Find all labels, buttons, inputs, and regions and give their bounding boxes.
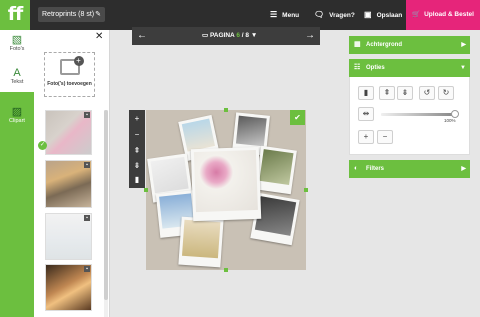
photo-thumbnail[interactable]: ▪ [45,264,92,311]
image-add-icon: + [59,56,84,75]
layer-up-icon[interactable]: ⇞ [379,86,395,100]
accordion-options[interactable]: ☷ Opties ▼ [349,59,470,77]
zoom-in-icon[interactable]: + [129,111,145,126]
photo-thumbnail[interactable]: ▪ [45,160,92,208]
options-label: Opties [366,65,385,71]
zoom-out-icon[interactable]: − [129,127,145,142]
arrow-right-icon[interactable]: → [305,27,315,45]
resize-handle[interactable] [144,188,148,192]
trash-icon[interactable]: ▪ [84,112,90,118]
check-icon: ✓ [38,141,47,150]
chevron-right-icon: ▶ [461,42,466,48]
close-icon[interactable]: ✕ [95,31,103,42]
zoom-in-icon[interactable]: + [358,130,374,144]
rail-item-photos[interactable]: ▧ Foto's [0,30,34,62]
add-photos-label: Foto('s) toevoegen [47,81,92,87]
trash-icon[interactable]: ▪ [84,266,90,272]
canvas-toolbar: + − ⇞ ⇟ ▮ [129,110,145,188]
cart-icon: 🛒 [412,11,421,18]
page-navigation: ← ▭ PAGINA 6 / 8 ▼ → [132,27,320,45]
filter-icon: ◐ [354,165,359,172]
rail-item-text[interactable]: A Tekst [0,63,34,95]
rotate-right-icon[interactable]: ↻ [438,86,454,100]
hamburger-icon: ☰ [270,10,278,19]
save-label: Opslaan [376,12,403,19]
photos-icon: ▧ [11,34,23,46]
zoom-out-icon[interactable]: − [377,130,393,144]
project-title[interactable]: Retroprints (8 st) ✎ [38,7,105,22]
page-current: 6 [236,32,240,39]
menu-button[interactable]: ☰ Menu [270,0,299,30]
trash-icon[interactable]: ▪ [84,215,90,221]
layer-down-icon[interactable]: ⇟ [397,86,413,100]
help-button[interactable]: 🗨 Vragen? [314,0,355,30]
background-icon: ▦ [354,41,361,48]
project-title-label: Retroprints (8 st) [42,11,95,18]
flip-icon[interactable]: ⇹ [358,107,374,121]
polaroid-photo[interactable] [255,145,297,195]
floppy-disk-icon: ▣ [364,10,372,19]
tool-rail: ▧ Foto's A Tekst ▨ Clipart [0,30,34,317]
confirm-check-icon[interactable]: ✔ [290,110,305,125]
page-icon: ▭ [202,32,210,39]
add-photos-button[interactable]: + Foto('s) toevoegen [44,52,95,97]
scrollbar-thumb[interactable] [104,110,108,300]
rotate-left-icon[interactable]: ↺ [419,86,435,100]
upload-order-button[interactable]: 🛒 Upload & Bestel [406,0,480,30]
rail-lower: ▨ Clipart [0,92,34,317]
background-label: Achtergrond [366,42,402,48]
accordion-background[interactable]: ▦ Achtergrond ▶ [349,36,470,54]
arrow-left-icon[interactable]: ← [137,27,147,45]
zoom-slider-handle[interactable] [451,110,459,118]
page-total: / 8 [241,32,249,39]
trash-icon[interactable]: ▪ [84,162,90,168]
clipart-icon: ▨ [11,106,23,118]
photo-thumbnail[interactable]: ▪ [45,213,92,260]
chevron-right-icon: ▶ [461,166,466,172]
layer-down-icon[interactable]: ⇟ [129,158,145,173]
help-label: Vragen? [329,12,355,19]
zoom-slider[interactable] [381,113,454,116]
menu-label: Menu [282,12,300,19]
page-indicator[interactable]: ▭ PAGINA 6 / 8 ▼ [202,27,257,45]
filters-label: Filters [366,166,385,172]
photo-thumbnail[interactable]: ▪ [45,110,92,155]
layer-up-icon[interactable]: ⇞ [129,143,145,158]
chevron-down-icon: ▼ [460,65,466,71]
rail-item-clipart[interactable]: ▨ Clipart [0,102,34,134]
upload-label: Upload & Bestel [424,11,474,18]
chat-bubble-icon: 🗨 [314,10,325,19]
top-bar: ff Retroprints (8 st) ✎ ☰ Menu 🗨 Vragen? ▣… [0,0,480,30]
page-label: PAGINA [209,32,235,39]
resize-handle[interactable] [304,188,308,192]
rail-item-label: Tekst [10,79,24,85]
save-button[interactable]: ▣ Opslaan [364,0,402,30]
chevron-down-icon: ▼ [250,32,258,39]
polaroid-photo[interactable] [178,216,224,268]
zoom-value: 100% [444,118,456,123]
trash-icon[interactable]: ▮ [358,86,374,100]
accordion-filters[interactable]: ◐ Filters ▶ [349,160,470,178]
polaroid-photo-selected[interactable] [190,146,262,222]
rail-item-label: Clipart [9,118,25,124]
rail-item-label: Foto's [9,46,25,52]
photo-canvas[interactable] [146,110,306,270]
sliders-icon: ☷ [354,64,361,71]
text-icon: A [13,67,21,79]
resize-handle[interactable] [224,268,228,272]
trash-icon[interactable]: ▮ [129,172,145,187]
pencil-icon[interactable]: ✎ [95,7,101,22]
app-logo[interactable]: ff [0,0,30,30]
resize-handle[interactable] [224,108,228,112]
